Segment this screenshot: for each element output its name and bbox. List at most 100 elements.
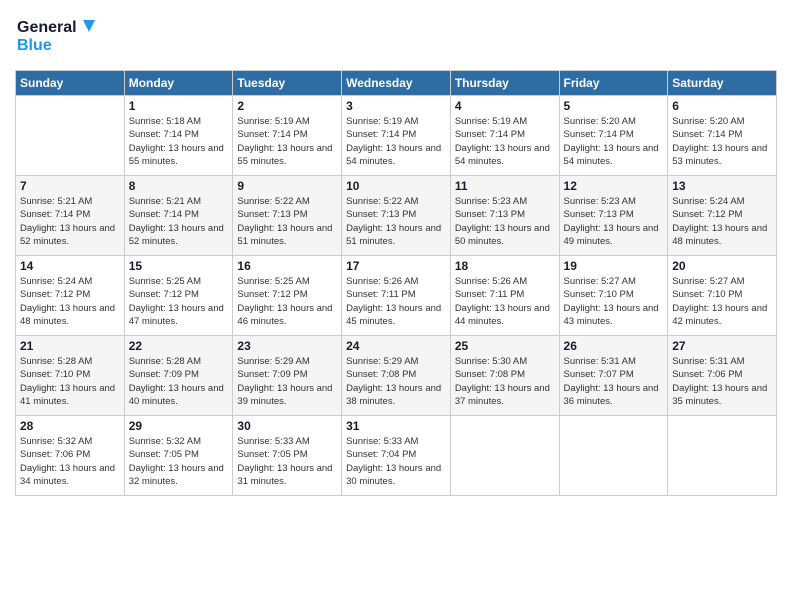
cell-info: Sunrise: 5:21 AM Sunset: 7:14 PM Dayligh… (20, 195, 120, 248)
sunset-time: Sunset: 7:12 PM (129, 289, 199, 300)
calendar-cell: 12 Sunrise: 5:23 AM Sunset: 7:13 PM Dayl… (559, 176, 668, 256)
day-number: 21 (20, 339, 120, 353)
day-number: 26 (564, 339, 664, 353)
sunset-time: Sunset: 7:14 PM (129, 129, 199, 140)
day-number: 15 (129, 259, 229, 273)
calendar-cell: 26 Sunrise: 5:31 AM Sunset: 7:07 PM Dayl… (559, 336, 668, 416)
cell-info: Sunrise: 5:32 AM Sunset: 7:06 PM Dayligh… (20, 435, 120, 488)
cell-info: Sunrise: 5:19 AM Sunset: 7:14 PM Dayligh… (237, 115, 337, 168)
day-number: 13 (672, 179, 772, 193)
sunset-time: Sunset: 7:14 PM (672, 129, 742, 140)
logo-svg: General Blue (15, 10, 95, 60)
calendar-cell: 5 Sunrise: 5:20 AM Sunset: 7:14 PM Dayli… (559, 96, 668, 176)
daylight-info: Daylight: 13 hours and 54 minutes. (564, 143, 659, 167)
svg-text:Blue: Blue (17, 37, 52, 54)
day-number: 2 (237, 99, 337, 113)
sunrise-time: Sunrise: 5:29 AM (237, 356, 309, 367)
calendar-cell: 24 Sunrise: 5:29 AM Sunset: 7:08 PM Dayl… (342, 336, 451, 416)
calendar-week-row: 1 Sunrise: 5:18 AM Sunset: 7:14 PM Dayli… (16, 96, 777, 176)
day-number: 12 (564, 179, 664, 193)
sunset-time: Sunset: 7:13 PM (237, 209, 307, 220)
daylight-info: Daylight: 13 hours and 55 minutes. (129, 143, 224, 167)
sunrise-time: Sunrise: 5:26 AM (346, 276, 418, 287)
cell-info: Sunrise: 5:20 AM Sunset: 7:14 PM Dayligh… (672, 115, 772, 168)
day-number: 28 (20, 419, 120, 433)
weekday-header-monday: Monday (124, 71, 233, 96)
cell-info: Sunrise: 5:23 AM Sunset: 7:13 PM Dayligh… (564, 195, 664, 248)
cell-info: Sunrise: 5:28 AM Sunset: 7:10 PM Dayligh… (20, 355, 120, 408)
day-number: 22 (129, 339, 229, 353)
daylight-info: Daylight: 13 hours and 48 minutes. (672, 223, 767, 247)
sunset-time: Sunset: 7:14 PM (20, 209, 90, 220)
day-number: 9 (237, 179, 337, 193)
calendar-week-row: 7 Sunrise: 5:21 AM Sunset: 7:14 PM Dayli… (16, 176, 777, 256)
calendar-cell: 1 Sunrise: 5:18 AM Sunset: 7:14 PM Dayli… (124, 96, 233, 176)
sunset-time: Sunset: 7:10 PM (564, 289, 634, 300)
daylight-info: Daylight: 13 hours and 50 minutes. (455, 223, 550, 247)
daylight-info: Daylight: 13 hours and 43 minutes. (564, 303, 659, 327)
sunset-time: Sunset: 7:14 PM (346, 129, 416, 140)
weekday-header-friday: Friday (559, 71, 668, 96)
daylight-info: Daylight: 13 hours and 53 minutes. (672, 143, 767, 167)
sunset-time: Sunset: 7:14 PM (237, 129, 307, 140)
daylight-info: Daylight: 13 hours and 42 minutes. (672, 303, 767, 327)
sunrise-time: Sunrise: 5:27 AM (672, 276, 744, 287)
cell-info: Sunrise: 5:29 AM Sunset: 7:09 PM Dayligh… (237, 355, 337, 408)
calendar-cell: 17 Sunrise: 5:26 AM Sunset: 7:11 PM Dayl… (342, 256, 451, 336)
sunrise-time: Sunrise: 5:31 AM (564, 356, 636, 367)
day-number: 4 (455, 99, 555, 113)
day-number: 20 (672, 259, 772, 273)
day-number: 5 (564, 99, 664, 113)
sunrise-time: Sunrise: 5:21 AM (20, 196, 92, 207)
sunrise-time: Sunrise: 5:31 AM (672, 356, 744, 367)
calendar-cell (16, 96, 125, 176)
calendar-week-row: 21 Sunrise: 5:28 AM Sunset: 7:10 PM Dayl… (16, 336, 777, 416)
sunset-time: Sunset: 7:04 PM (346, 449, 416, 460)
weekday-header-saturday: Saturday (668, 71, 777, 96)
day-number: 31 (346, 419, 446, 433)
cell-info: Sunrise: 5:27 AM Sunset: 7:10 PM Dayligh… (672, 275, 772, 328)
daylight-info: Daylight: 13 hours and 54 minutes. (346, 143, 441, 167)
cell-info: Sunrise: 5:20 AM Sunset: 7:14 PM Dayligh… (564, 115, 664, 168)
day-number: 7 (20, 179, 120, 193)
cell-info: Sunrise: 5:26 AM Sunset: 7:11 PM Dayligh… (455, 275, 555, 328)
calendar-cell: 11 Sunrise: 5:23 AM Sunset: 7:13 PM Dayl… (450, 176, 559, 256)
sunset-time: Sunset: 7:14 PM (564, 129, 634, 140)
sunrise-time: Sunrise: 5:22 AM (346, 196, 418, 207)
day-number: 24 (346, 339, 446, 353)
day-number: 19 (564, 259, 664, 273)
cell-info: Sunrise: 5:21 AM Sunset: 7:14 PM Dayligh… (129, 195, 229, 248)
calendar-cell: 19 Sunrise: 5:27 AM Sunset: 7:10 PM Dayl… (559, 256, 668, 336)
sunrise-time: Sunrise: 5:28 AM (129, 356, 201, 367)
calendar-cell: 14 Sunrise: 5:24 AM Sunset: 7:12 PM Dayl… (16, 256, 125, 336)
calendar-cell: 23 Sunrise: 5:29 AM Sunset: 7:09 PM Dayl… (233, 336, 342, 416)
day-number: 27 (672, 339, 772, 353)
day-number: 3 (346, 99, 446, 113)
calendar-cell (450, 416, 559, 496)
sunrise-time: Sunrise: 5:18 AM (129, 116, 201, 127)
cell-info: Sunrise: 5:18 AM Sunset: 7:14 PM Dayligh… (129, 115, 229, 168)
sunset-time: Sunset: 7:11 PM (455, 289, 525, 300)
sunrise-time: Sunrise: 5:25 AM (129, 276, 201, 287)
sunset-time: Sunset: 7:12 PM (20, 289, 90, 300)
calendar-cell: 8 Sunrise: 5:21 AM Sunset: 7:14 PM Dayli… (124, 176, 233, 256)
sunset-time: Sunset: 7:12 PM (237, 289, 307, 300)
cell-info: Sunrise: 5:22 AM Sunset: 7:13 PM Dayligh… (237, 195, 337, 248)
day-number: 11 (455, 179, 555, 193)
daylight-info: Daylight: 13 hours and 52 minutes. (20, 223, 115, 247)
sunset-time: Sunset: 7:12 PM (672, 209, 742, 220)
sunset-time: Sunset: 7:09 PM (129, 369, 199, 380)
sunrise-time: Sunrise: 5:33 AM (237, 436, 309, 447)
daylight-info: Daylight: 13 hours and 31 minutes. (237, 463, 332, 487)
cell-info: Sunrise: 5:29 AM Sunset: 7:08 PM Dayligh… (346, 355, 446, 408)
weekday-header-wednesday: Wednesday (342, 71, 451, 96)
cell-info: Sunrise: 5:19 AM Sunset: 7:14 PM Dayligh… (346, 115, 446, 168)
sunrise-time: Sunrise: 5:22 AM (237, 196, 309, 207)
day-number: 1 (129, 99, 229, 113)
calendar-cell: 29 Sunrise: 5:32 AM Sunset: 7:05 PM Dayl… (124, 416, 233, 496)
sunrise-time: Sunrise: 5:25 AM (237, 276, 309, 287)
sunset-time: Sunset: 7:10 PM (20, 369, 90, 380)
day-number: 25 (455, 339, 555, 353)
daylight-info: Daylight: 13 hours and 51 minutes. (237, 223, 332, 247)
cell-info: Sunrise: 5:23 AM Sunset: 7:13 PM Dayligh… (455, 195, 555, 248)
